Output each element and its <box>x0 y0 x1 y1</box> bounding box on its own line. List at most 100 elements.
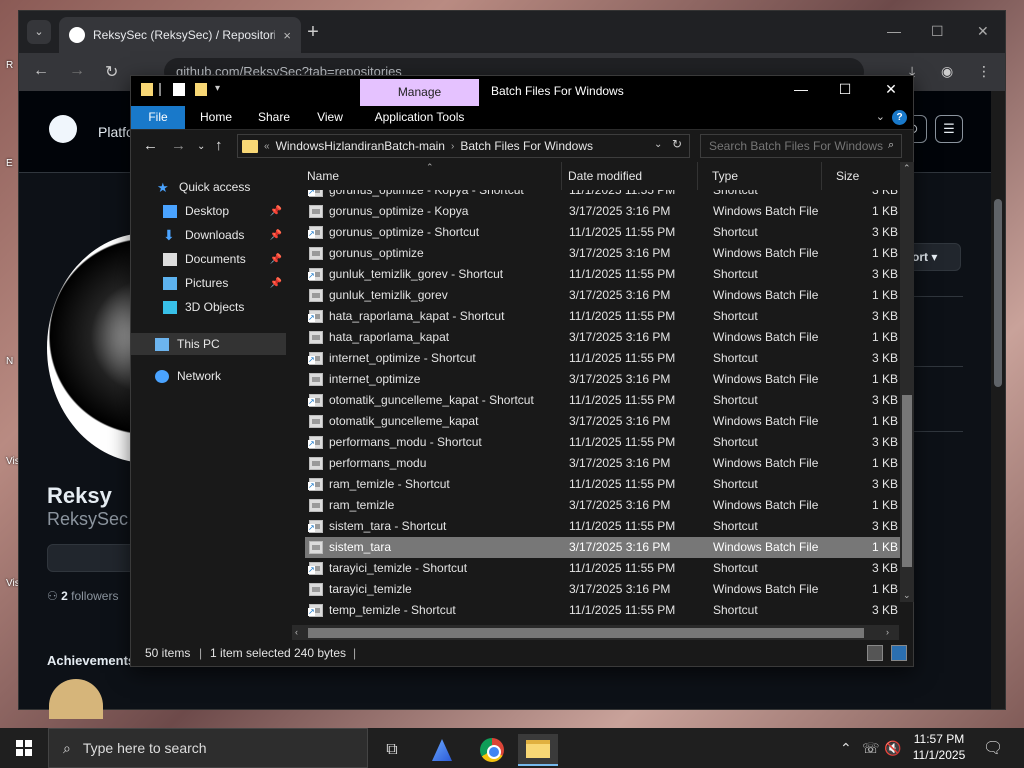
chevron-right-icon[interactable]: › <box>451 141 454 152</box>
column-type[interactable]: Type <box>698 162 822 190</box>
tab-search-button[interactable]: ⌄ <box>27 20 51 44</box>
breadcrumb-current[interactable]: Batch Files For Windows <box>460 139 593 153</box>
file-row[interactable]: tarayici_temizle 3/17/2025 3:16 PM Windows… <box>305 579 900 600</box>
back-arrow-icon[interactable]: ← <box>143 137 158 154</box>
desktop-icon-label[interactable]: R <box>6 60 13 71</box>
pinned-app-icon[interactable] <box>422 734 462 766</box>
browser-tab[interactable]: ReksySec (ReksySec) / Repositories × <box>59 17 301 53</box>
file-row[interactable]: performans_modu - Shortcut 11/1/2025 11:5… <box>305 432 900 453</box>
refresh-icon[interactable]: ↻ <box>672 137 682 151</box>
new-folder-icon[interactable] <box>195 83 207 96</box>
github-logo-icon[interactable] <box>49 115 77 143</box>
settings-sliders-icon[interactable]: ☰ <box>935 115 963 143</box>
scroll-right-icon[interactable]: › <box>886 627 889 637</box>
start-button[interactable] <box>0 728 48 768</box>
sidebar-item-desktop[interactable]: Desktop 📌 <box>131 200 286 222</box>
reload-icon[interactable]: ↻ <box>105 62 118 82</box>
pin-icon[interactable]: 📌 <box>270 278 282 289</box>
pin-icon[interactable]: 📌 <box>270 254 282 265</box>
file-row[interactable]: otomatik_guncelleme_kapat 3/17/2025 3:16 … <box>305 411 900 432</box>
sidebar-item-quick-access[interactable]: ★ Quick access <box>131 176 286 198</box>
file-row[interactable]: internet_optimize 3/17/2025 3:16 PM Window… <box>305 369 900 390</box>
column-size[interactable]: Size <box>822 162 900 190</box>
maximize-icon[interactable]: ☐ <box>931 23 944 40</box>
column-name[interactable]: Name <box>292 162 562 190</box>
address-dropdown-icon[interactable]: ⌄ <box>654 139 662 150</box>
sidebar-item-documents[interactable]: Documents 📌 <box>131 248 286 270</box>
file-row[interactable]: otomatik_guncelleme_kapat - Shortcut 11/1… <box>305 390 900 411</box>
tab-manage[interactable]: Manage <box>360 79 479 106</box>
column-date-modified[interactable]: Date modified <box>554 162 698 190</box>
help-icon[interactable]: ? <box>892 110 907 125</box>
back-arrow-icon[interactable]: ← <box>33 62 49 80</box>
properties-icon[interactable] <box>173 83 185 96</box>
taskbar-clock[interactable]: 11:57 PM 11/1/2025 <box>905 731 973 763</box>
minimize-icon[interactable]: — <box>791 81 811 97</box>
tab-share[interactable]: Share <box>249 106 299 129</box>
search-input[interactable] <box>700 134 902 158</box>
sidebar-item-network[interactable]: Network <box>131 365 286 387</box>
close-icon[interactable]: ✕ <box>977 23 989 40</box>
sidebar-item-this-pc[interactable]: This PC <box>131 333 286 355</box>
file-row[interactable]: internet_optimize - Shortcut 11/1/2025 11… <box>305 348 900 369</box>
breadcrumb-overflow[interactable]: « <box>264 141 270 152</box>
file-row[interactable]: gunluk_temizlik_gorev - Shortcut 11/1/202… <box>305 264 900 285</box>
forward-arrow-icon[interactable]: → <box>171 137 186 154</box>
notifications-icon[interactable]: 🗨 <box>983 738 1003 758</box>
chrome-icon[interactable] <box>472 734 512 766</box>
pin-icon[interactable]: 📌 <box>270 230 282 241</box>
file-row[interactable]: gorunus_optimize - Kopya 3/17/2025 3:16 P… <box>305 201 900 222</box>
ribbon-expand-icon[interactable]: ⌄ <box>876 110 885 123</box>
task-view-icon[interactable]: ⧉ <box>372 734 412 766</box>
file-row[interactable]: sistem_tara 3/17/2025 3:16 PM Windows Batc… <box>305 537 900 558</box>
close-icon[interactable]: ✕ <box>881 81 901 98</box>
volume-muted-icon[interactable]: 🔇 <box>884 740 901 757</box>
minimize-icon[interactable]: — <box>887 23 901 39</box>
file-row[interactable]: gorunus_optimize - Kopya - Shortcut 11/1/… <box>305 190 900 201</box>
scroll-left-icon[interactable]: ‹ <box>295 627 298 637</box>
pin-icon[interactable]: 📌 <box>270 206 282 217</box>
maximize-icon[interactable]: ☐ <box>835 81 855 98</box>
file-row[interactable]: temp_temizle - Shortcut 11/1/2025 11:55 P… <box>305 600 900 621</box>
network-tray-icon[interactable]: ☏ <box>862 740 880 757</box>
new-tab-button[interactable]: + <box>301 21 325 44</box>
horizontal-scrollbar-thumb[interactable] <box>308 628 864 638</box>
close-tab-icon[interactable]: × <box>283 28 291 43</box>
file-row[interactable]: tarayici_temizle - Shortcut 11/1/2025 11:… <box>305 558 900 579</box>
file-row[interactable]: gorunus_optimize - Shortcut 11/1/2025 11:… <box>305 222 900 243</box>
file-row[interactable]: ram_temizle - Shortcut 11/1/2025 11:55 PM… <box>305 474 900 495</box>
profile-icon[interactable]: ◉ <box>941 63 953 80</box>
breadcrumb-item[interactable]: WindowsHizlandiranBatch-main <box>276 139 445 153</box>
sidebar-item-3d-objects[interactable]: 3D Objects <box>131 296 286 318</box>
tab-home[interactable]: Home <box>189 106 243 129</box>
page-scrollbar-thumb[interactable] <box>994 199 1002 387</box>
file-row[interactable]: hata_raporlama_kapat 3/17/2025 3:16 PM Win… <box>305 327 900 348</box>
address-breadcrumb[interactable]: « WindowsHizlandiranBatch-main › Batch F… <box>237 134 690 158</box>
large-icons-view-icon[interactable] <box>891 645 907 661</box>
sidebar-item-pictures[interactable]: Pictures 📌 <box>131 272 286 294</box>
file-row[interactable]: hata_raporlama_kapat - Shortcut 11/1/2025… <box>305 306 900 327</box>
vertical-scrollbar[interactable]: ⌃ ⌄ <box>900 162 914 602</box>
tab-application-tools[interactable]: Application Tools <box>360 106 479 129</box>
achievement-badge[interactable] <box>49 679 103 719</box>
file-row[interactable]: gorunus_optimize 3/17/2025 3:16 PM Windows… <box>305 243 900 264</box>
tab-file[interactable]: File <box>131 106 185 129</box>
followers-link[interactable]: ⚇ 2 followers <box>47 589 118 603</box>
file-row[interactable]: gunluk_temizlik_gorev 3/17/2025 3:16 PM Wi… <box>305 285 900 306</box>
up-arrow-icon[interactable]: ↑ <box>215 137 223 154</box>
forward-arrow-icon[interactable]: → <box>69 62 85 80</box>
desktop-icon-label[interactable]: E <box>6 158 13 169</box>
file-row[interactable]: sistem_tara - Shortcut 11/1/2025 11:55 PM… <box>305 516 900 537</box>
menu-kebab-icon[interactable]: ⋮ <box>977 63 991 80</box>
customize-toolbar-icon[interactable]: ▾ <box>215 83 223 96</box>
scroll-up-icon[interactable]: ⌃ <box>903 163 911 174</box>
desktop-icon-label[interactable]: N <box>6 356 13 367</box>
recent-locations-icon[interactable]: ⌄ <box>197 141 205 152</box>
vertical-scrollbar-thumb[interactable] <box>902 395 912 567</box>
edit-profile-button[interactable] <box>47 544 137 572</box>
taskbar-search[interactable]: ⌕ Type here to search <box>48 728 368 768</box>
tab-view[interactable]: View <box>305 106 355 129</box>
details-view-icon[interactable] <box>867 645 883 661</box>
sidebar-item-downloads[interactable]: ⬇ Downloads 📌 <box>131 224 286 246</box>
file-explorer-taskbar-icon[interactable] <box>518 734 558 766</box>
